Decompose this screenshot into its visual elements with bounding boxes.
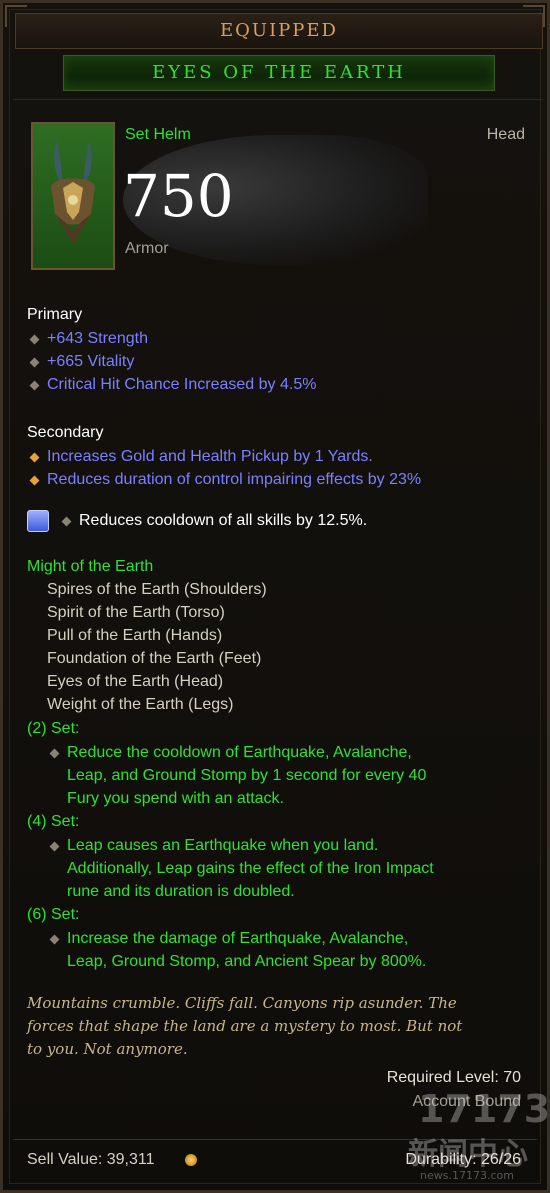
lore-line: to you. Not anymore. bbox=[27, 1040, 188, 1058]
item-title-banner: EYES OF THE EARTH bbox=[63, 55, 495, 91]
bullet-icon bbox=[29, 475, 40, 486]
set-bonus-label: (4) Set: bbox=[27, 813, 80, 830]
primary-stat: +665 Vitality bbox=[47, 353, 135, 370]
armor-label: Armor bbox=[125, 240, 169, 257]
set-piece: Spires of the Earth (Shoulders) bbox=[47, 581, 267, 598]
primary-stat: +643 Strength bbox=[47, 330, 148, 347]
set-bonus-line: Leap, and Ground Stomp by 1 second for e… bbox=[67, 767, 427, 784]
set-bonus-line: Reduce the cooldown of Earthquake, Avala… bbox=[67, 744, 412, 761]
item-name: EYES OF THE EARTH bbox=[152, 62, 406, 83]
lore-line: Mountains crumble. Cliffs fall. Canyons … bbox=[27, 994, 457, 1012]
set-name: Might of the Earth bbox=[27, 558, 154, 575]
set-bonus-line: Additionally, Leap gains the effect of t… bbox=[67, 860, 434, 877]
bullet-icon bbox=[61, 516, 72, 527]
sell-value: Sell Value: 39,311 bbox=[27, 1151, 155, 1168]
secondary-stat: Reduces duration of control impairing ef… bbox=[47, 471, 422, 488]
watermark-url: news.17173.com bbox=[420, 1169, 514, 1182]
set-bonus-label: (2) Set: bbox=[27, 720, 80, 737]
set-piece: Pull of the Earth (Hands) bbox=[47, 627, 223, 644]
bullet-icon bbox=[29, 380, 40, 391]
gem-icon bbox=[27, 510, 49, 532]
helm-icon bbox=[31, 122, 115, 270]
site-watermark: 17173 新闻中心 news.17173.com bbox=[398, 1075, 550, 1190]
secondary-header: Secondary bbox=[27, 424, 104, 441]
equipped-label: EQUIPPED bbox=[220, 20, 338, 41]
socket-effect: Reduces cooldown of all skills by 12.5%. bbox=[79, 512, 368, 529]
bullet-icon bbox=[49, 934, 60, 945]
primary-header: Primary bbox=[27, 306, 83, 323]
set-piece: Spirit of the Earth (Torso) bbox=[47, 604, 225, 621]
item-type: Set Helm bbox=[125, 126, 191, 143]
item-slot: Head bbox=[486, 126, 525, 143]
bullet-icon bbox=[49, 748, 60, 759]
armor-value: 750 bbox=[123, 162, 234, 230]
set-bonus-line: rune and its duration is doubled. bbox=[67, 883, 295, 900]
tooltip-content: Set Helm Head 750 Armor Primary +643 Str… bbox=[13, 99, 543, 1140]
lore-line: forces that shape the land are a mystery… bbox=[27, 1017, 463, 1035]
watermark-logo: 17173 bbox=[418, 1087, 550, 1131]
secondary-stat: Increases Gold and Health Pickup by 1 Ya… bbox=[47, 448, 373, 465]
equipped-banner: EQUIPPED bbox=[15, 13, 543, 49]
set-bonus-line: Leap causes an Earthquake when you land. bbox=[67, 837, 379, 854]
bullet-icon bbox=[29, 357, 40, 368]
primary-stat: Critical Hit Chance Increased by 4.5% bbox=[47, 376, 317, 393]
bullet-icon bbox=[29, 334, 40, 345]
bullet-icon bbox=[29, 452, 40, 463]
set-bonus-line: Increase the damage of Earthquake, Avala… bbox=[67, 930, 409, 947]
item-tooltip: EQUIPPED EYES OF THE EARTH Set Helm Head… bbox=[0, 0, 550, 1193]
set-piece: Weight of the Earth (Legs) bbox=[47, 696, 234, 713]
bullet-icon bbox=[49, 841, 60, 852]
set-bonus-line: Leap, Ground Stomp, and Ancient Spear by… bbox=[67, 953, 427, 970]
set-bonus-line: Fury you spend with an attack. bbox=[67, 790, 284, 807]
set-bonus-label: (6) Set: bbox=[27, 906, 80, 923]
set-piece: Eyes of the Earth (Head) bbox=[47, 673, 224, 690]
set-piece: Foundation of the Earth (Feet) bbox=[47, 650, 262, 667]
gold-coin-icon bbox=[185, 1154, 197, 1166]
watermark-title: 新闻中心 bbox=[408, 1137, 528, 1172]
